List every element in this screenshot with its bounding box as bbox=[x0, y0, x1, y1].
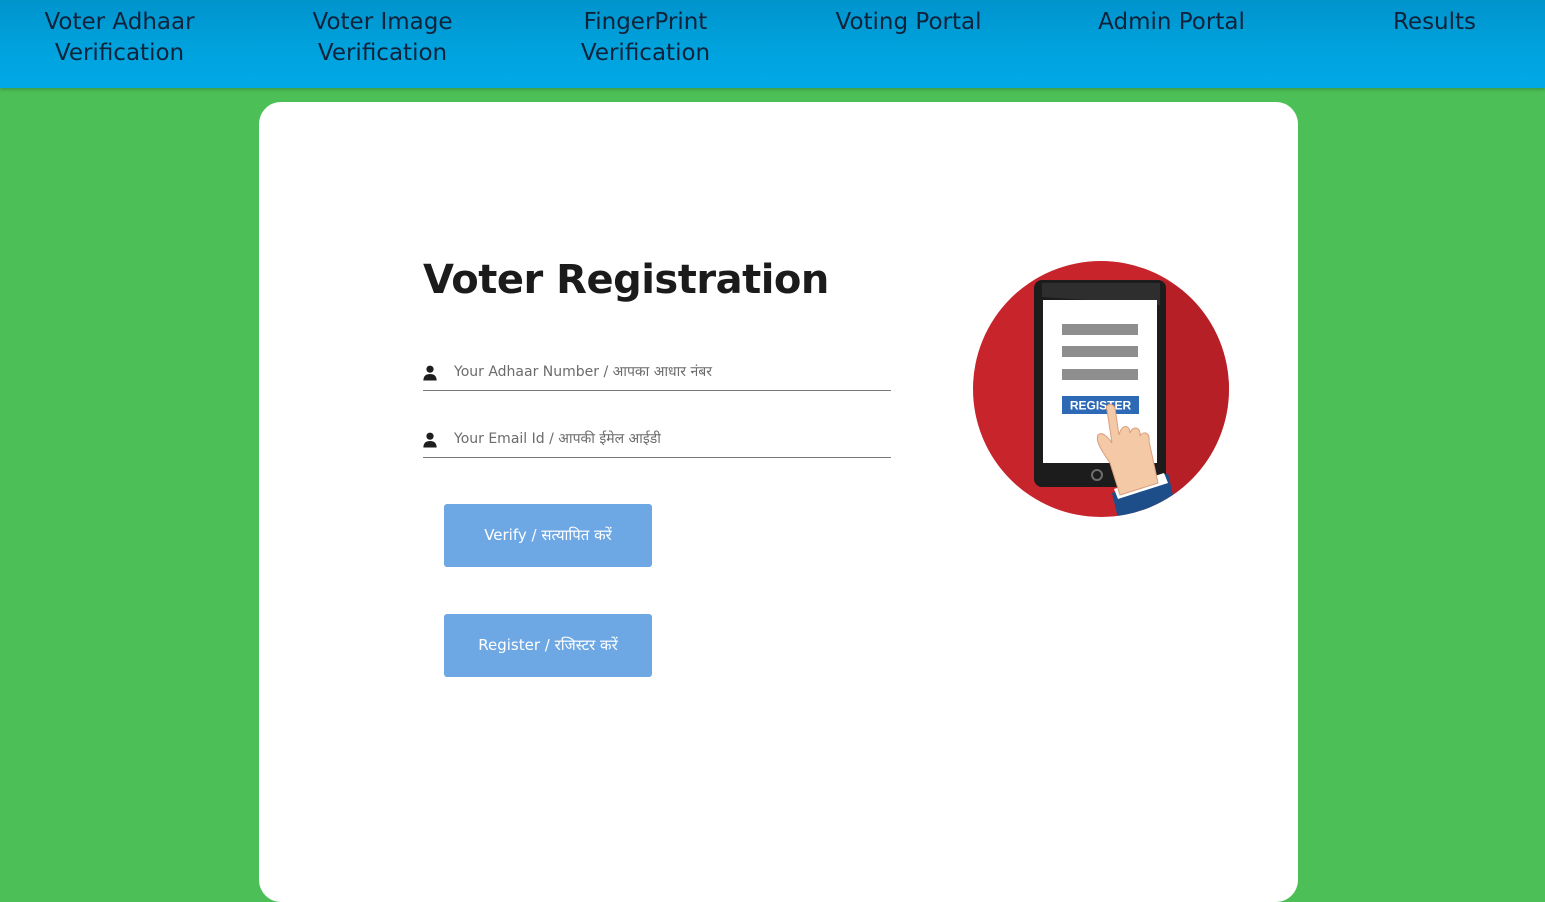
tablet-register-label: REGISTER bbox=[1070, 399, 1132, 413]
nav-admin-portal[interactable]: Admin Portal bbox=[1040, 7, 1303, 38]
nav-label-line1: Voter Image bbox=[312, 9, 453, 35]
nav-label-line2: Verification bbox=[54, 40, 185, 66]
nav-label-line2: Verification bbox=[580, 40, 711, 66]
nav-label-line1: Admin Portal bbox=[1098, 9, 1245, 35]
nav-fingerprint-verification[interactable]: FingerPrint Verification bbox=[514, 7, 777, 69]
nav-label-line2: Verification bbox=[317, 40, 448, 66]
nav-voter-image-verification[interactable]: Voter Image Verification bbox=[251, 7, 514, 69]
adhaar-number-input[interactable] bbox=[454, 358, 884, 386]
registration-card: Voter Registration Verify / सत्यापित करे… bbox=[259, 102, 1298, 902]
nav-results[interactable]: Results bbox=[1303, 7, 1545, 38]
page-title: Voter Registration bbox=[423, 257, 829, 303]
email-field bbox=[423, 421, 891, 458]
nav-label-line1: Voting Portal bbox=[835, 9, 982, 35]
nav-label-line1: FingerPrint bbox=[583, 9, 708, 35]
verify-button[interactable]: Verify / सत्यापित करें bbox=[444, 504, 652, 567]
user-icon bbox=[423, 365, 437, 381]
register-button[interactable]: Register / रजिस्टर करें bbox=[444, 614, 652, 677]
top-nav: Voter Adhaar Verification Voter Image Ve… bbox=[0, 0, 1545, 88]
tablet-register-icon: REGISTER bbox=[973, 261, 1229, 517]
nav-label-line1: Voter Adhaar bbox=[44, 9, 195, 35]
nav-voter-adhaar-verification[interactable]: Voter Adhaar Verification bbox=[0, 7, 251, 69]
nav-voting-portal[interactable]: Voting Portal bbox=[777, 7, 1040, 38]
user-icon bbox=[423, 432, 437, 448]
nav-label-line1: Results bbox=[1392, 9, 1477, 35]
email-id-input[interactable] bbox=[454, 425, 884, 453]
adhaar-field bbox=[423, 354, 891, 391]
